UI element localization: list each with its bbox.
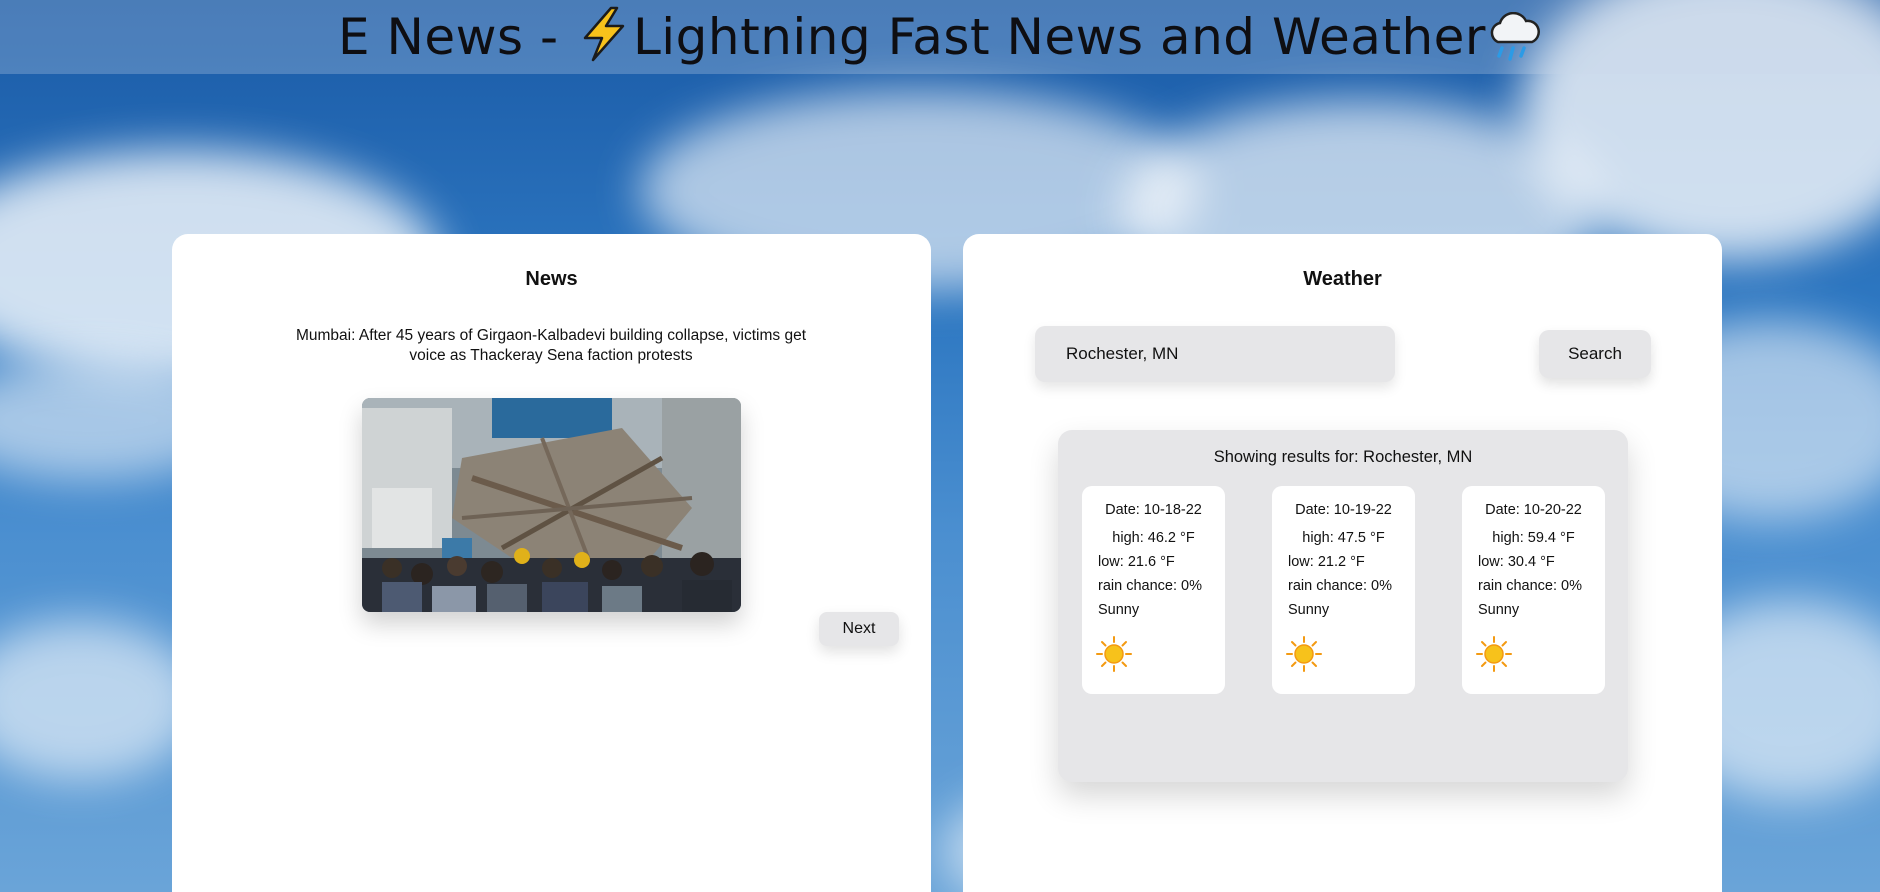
location-search-input[interactable] [1035, 326, 1395, 382]
news-headline[interactable]: Mumbai: After 45 years of Girgaon-Kalbad… [276, 326, 826, 366]
weather-panel: Weather Search Showing results for: Roch… [963, 234, 1722, 892]
sun-icon [1096, 636, 1132, 672]
news-panel: News Mumbai: After 45 years of Girgaon-K… [172, 234, 931, 892]
forecast-high: high: 59.4 °F [1492, 530, 1575, 546]
lightning-icon [575, 6, 633, 66]
forecast-card: Date: 10-19-22 high: 47.5 °F low: 21.2 °… [1272, 486, 1415, 694]
forecast-rain-chance: rain chance: 0% [1288, 578, 1392, 594]
weather-results: Showing results for: Rochester, MN Date:… [1058, 430, 1628, 782]
forecast-condition: Sunny [1288, 602, 1330, 618]
title-main: Lightning Fast News and Weather [632, 8, 1486, 66]
forecast-card: Date: 10-20-22 high: 59.4 °F low: 30.4 °… [1462, 486, 1605, 694]
forecast-condition: Sunny [1478, 602, 1520, 618]
forecast-card: Date: 10-18-22 high: 46.2 °F low: 21.6 °… [1082, 486, 1225, 694]
forecast-date: Date: 10-20-22 [1485, 502, 1582, 518]
forecast-low: low: 30.4 °F [1478, 554, 1555, 570]
title-prefix: E News - [338, 8, 575, 66]
forecast-condition: Sunny [1098, 602, 1140, 618]
news-photo-image [362, 398, 741, 612]
forecast-high: high: 47.5 °F [1302, 530, 1385, 546]
news-heading: News [525, 268, 578, 290]
search-button[interactable]: Search [1539, 330, 1651, 378]
rain-cloud-icon [1486, 8, 1542, 66]
forecast-rain-chance: rain chance: 0% [1478, 578, 1582, 594]
forecast-rain-chance: rain chance: 0% [1098, 578, 1202, 594]
weather-heading: Weather [1303, 268, 1382, 290]
results-heading: Showing results for: Rochester, MN [1213, 448, 1473, 466]
sun-icon [1286, 636, 1322, 672]
sun-icon [1476, 636, 1512, 672]
forecast-low: low: 21.6 °F [1098, 554, 1175, 570]
news-photo[interactable] [362, 398, 741, 612]
forecast-high: high: 46.2 °F [1112, 530, 1195, 546]
forecast-low: low: 21.2 °F [1288, 554, 1365, 570]
next-button[interactable]: Next [819, 612, 899, 646]
forecast-date: Date: 10-19-22 [1295, 502, 1392, 518]
page-title: E News - Lightning Fast News and Weather [0, 6, 1880, 66]
forecast-date: Date: 10-18-22 [1105, 502, 1202, 518]
